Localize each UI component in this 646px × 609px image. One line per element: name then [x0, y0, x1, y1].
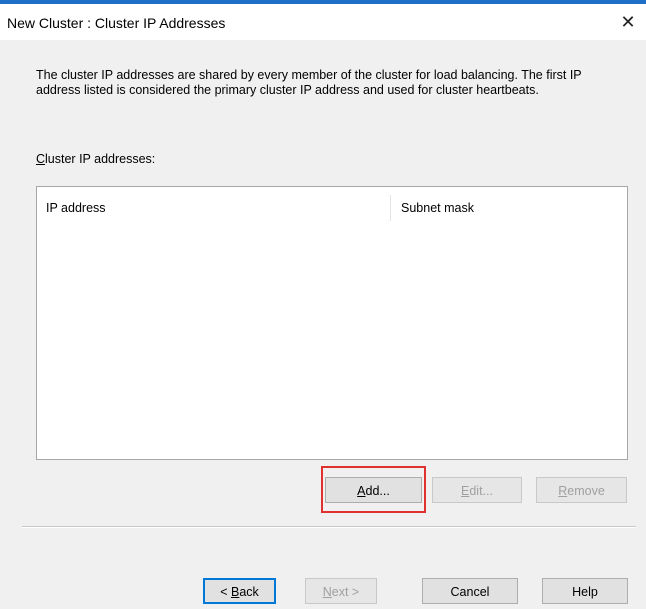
title-bar: New Cluster : Cluster IP Addresses ✕: [0, 4, 646, 40]
label-text: luster IP addresses:: [45, 152, 156, 166]
footer-divider-highlight: [22, 527, 636, 528]
label-mnemonic: C: [36, 152, 46, 166]
add-label: dd...: [365, 484, 390, 498]
back-prefix: <: [220, 585, 231, 599]
list-header: IP address Subnet mask: [37, 187, 627, 225]
next-label: ext >: [331, 585, 360, 599]
dialog-content: The cluster IP addresses are shared by e…: [0, 40, 646, 609]
back-label: ack: [239, 585, 259, 599]
remove-mnemonic: R: [558, 484, 568, 498]
add-mnemonic: A: [357, 484, 366, 498]
window-title: New Cluster : Cluster IP Addresses: [7, 15, 226, 31]
column-separator[interactable]: [390, 195, 391, 221]
column-header-ip-address[interactable]: IP address: [46, 201, 106, 215]
close-icon[interactable]: ✕: [614, 8, 642, 36]
column-header-subnet-mask[interactable]: Subnet mask: [401, 201, 474, 215]
cluster-ip-list-label: Cluster IP addresses:: [36, 152, 155, 166]
help-button[interactable]: Help: [542, 578, 628, 604]
add-button[interactable]: Add...: [325, 477, 422, 503]
next-mnemonic: N: [322, 585, 332, 599]
remove-label: emove: [567, 484, 605, 498]
edit-label: dit...: [469, 484, 493, 498]
remove-button[interactable]: Remove: [536, 477, 627, 503]
back-button[interactable]: < Back: [203, 578, 276, 604]
description-text: The cluster IP addresses are shared by e…: [36, 68, 582, 97]
next-button[interactable]: Next >: [305, 578, 377, 604]
edit-button[interactable]: Edit...: [432, 477, 522, 503]
cancel-button[interactable]: Cancel: [422, 578, 518, 604]
cluster-ip-list[interactable]: IP address Subnet mask: [36, 186, 628, 460]
